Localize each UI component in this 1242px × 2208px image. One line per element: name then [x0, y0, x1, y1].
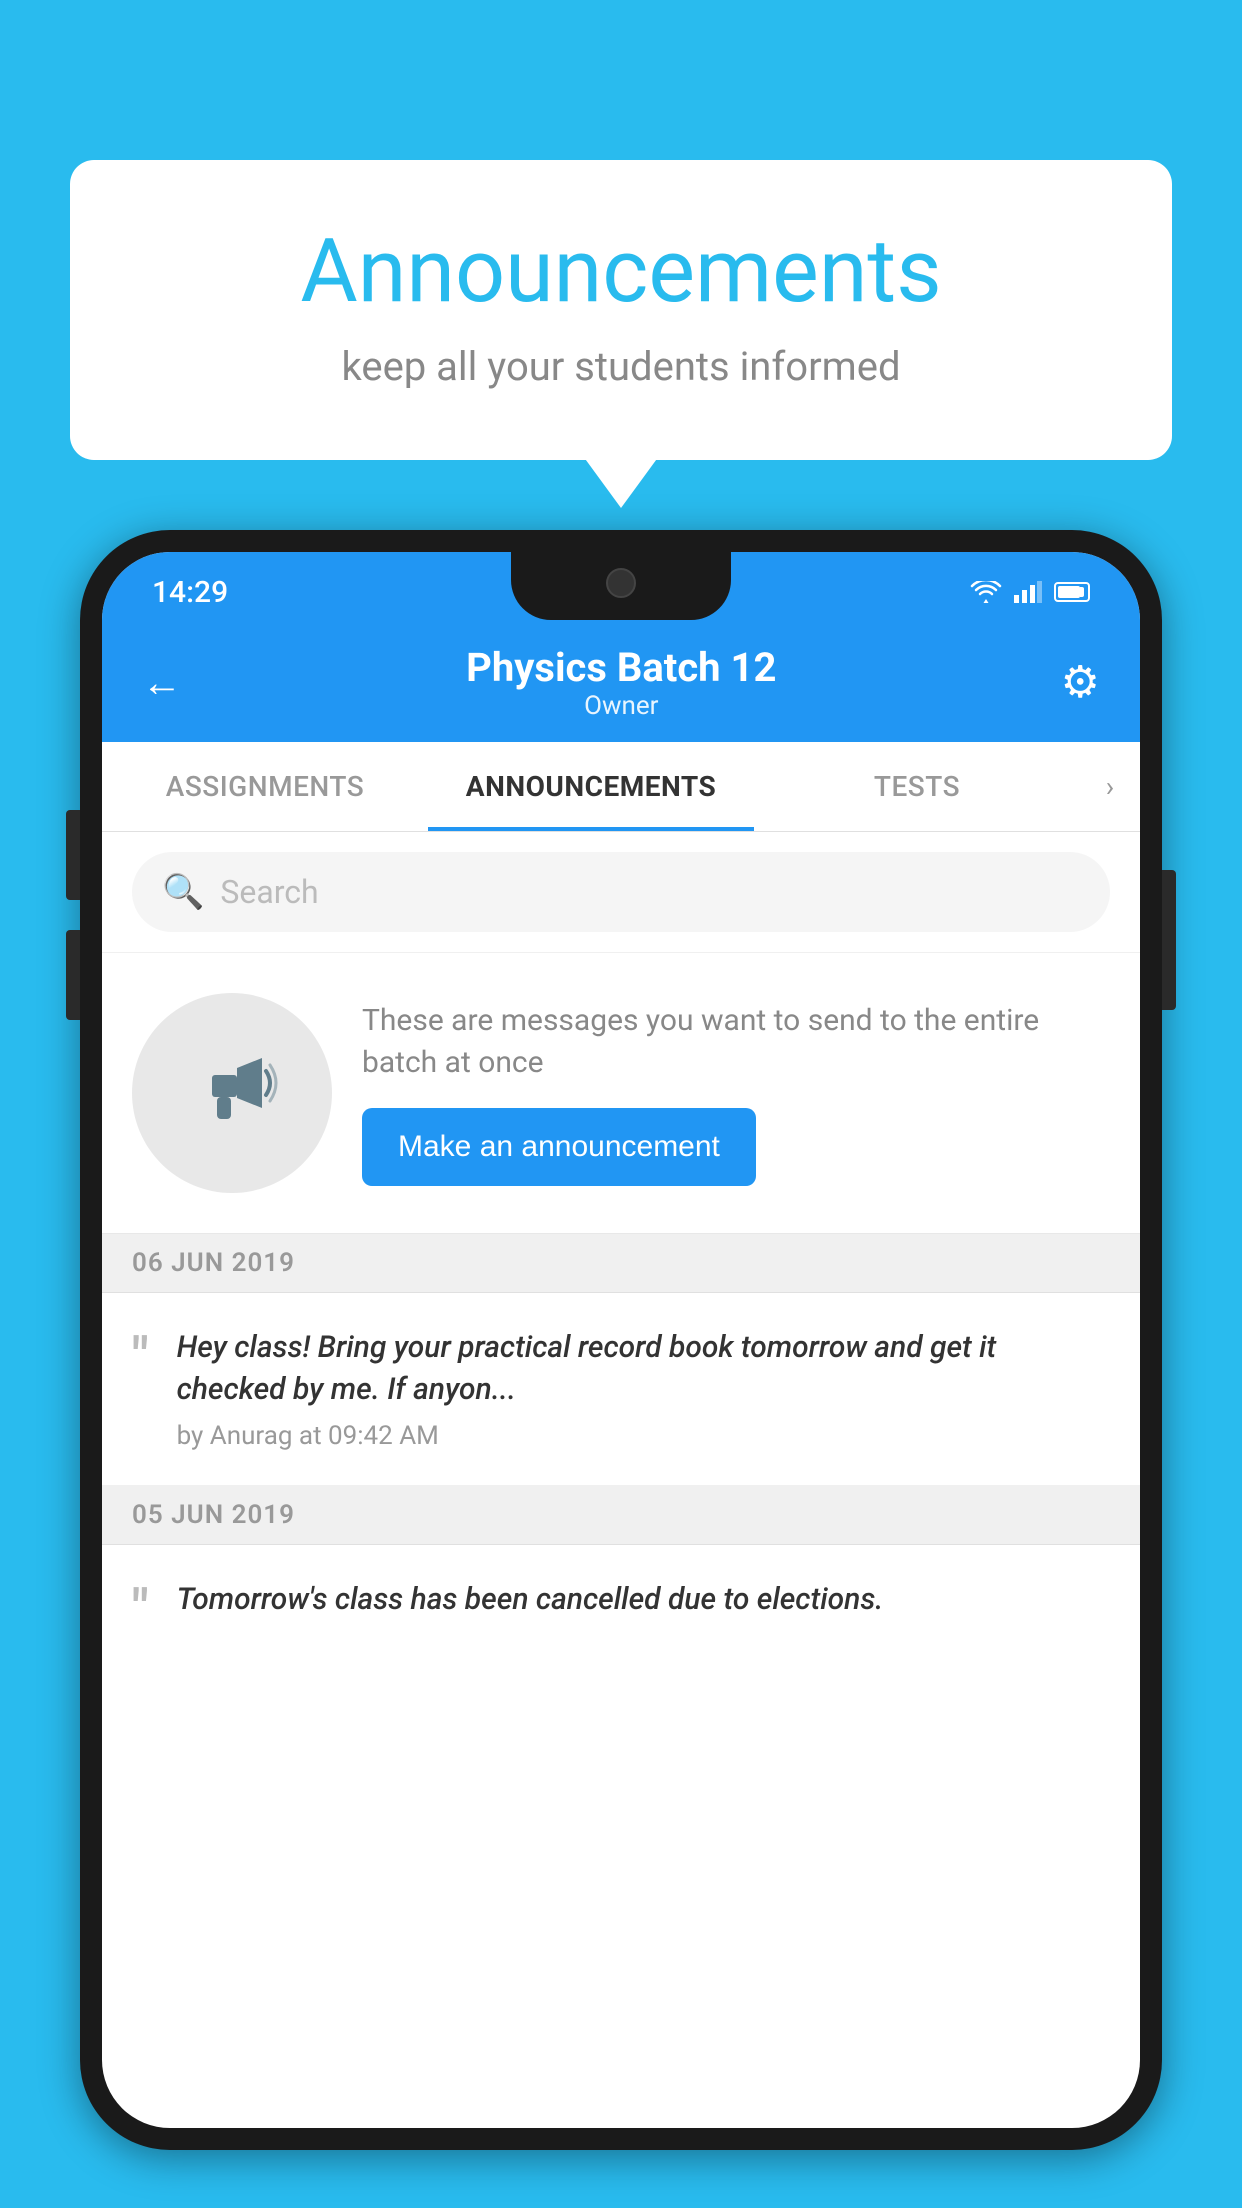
announcement-text-2: Tomorrow's class has been cancelled due …	[177, 1579, 1110, 1621]
phone-button-volume-down	[66, 930, 80, 1020]
date-separator-1: 06 JUN 2019	[102, 1234, 1140, 1293]
announcement-meta-1: by Anurag at 09:42 AM	[177, 1421, 1110, 1451]
announcement-item-1[interactable]: " Hey class! Bring your practical record…	[102, 1293, 1140, 1486]
app-header: ← Physics Batch 12 Owner ⚙	[102, 622, 1140, 742]
phone-button-power	[1162, 870, 1176, 1010]
back-button[interactable]: ←	[142, 659, 182, 706]
megaphone-icon	[182, 1043, 282, 1143]
status-time: 14:29	[152, 575, 228, 610]
phone-screen: 14:29	[102, 552, 1140, 2128]
bubble-subtitle: keep all your students informed	[150, 343, 1092, 390]
phone-button-volume-up	[66, 810, 80, 900]
promo-content: These are messages you want to send to t…	[362, 1000, 1110, 1186]
promo-description: These are messages you want to send to t…	[362, 1000, 1110, 1084]
date-separator-2: 05 JUN 2019	[102, 1486, 1140, 1545]
search-bar[interactable]: 🔍 Search	[132, 852, 1110, 932]
signal-icon	[1014, 581, 1042, 603]
wifi-icon	[970, 581, 1002, 603]
tab-more[interactable]: ›	[1080, 742, 1140, 831]
battery-icon	[1054, 582, 1090, 602]
header-center: Physics Batch 12 Owner	[466, 644, 776, 721]
tab-tests[interactable]: TESTS	[754, 742, 1080, 831]
quote-icon-2: "	[132, 1583, 149, 1635]
announcement-item-2[interactable]: " Tomorrow's class has been cancelled du…	[102, 1545, 1140, 1669]
make-announcement-button[interactable]: Make an announcement	[362, 1108, 756, 1186]
speech-bubble: Announcements keep all your students inf…	[70, 160, 1172, 460]
search-input[interactable]: Search	[220, 873, 318, 911]
status-icons	[970, 581, 1090, 603]
search-container: 🔍 Search	[102, 832, 1140, 953]
phone-notch	[511, 552, 731, 620]
phone-camera	[606, 568, 636, 598]
search-icon: 🔍	[162, 872, 204, 912]
phone-outer: 14:29	[80, 530, 1162, 2150]
header-subtitle: Owner	[466, 691, 776, 721]
tabs-bar: ASSIGNMENTS ANNOUNCEMENTS TESTS ›	[102, 742, 1140, 832]
speech-bubble-section: Announcements keep all your students inf…	[70, 160, 1172, 460]
announcement-content-1: Hey class! Bring your practical record b…	[177, 1327, 1110, 1451]
header-title: Physics Batch 12	[466, 644, 776, 691]
announcement-text-1: Hey class! Bring your practical record b…	[177, 1327, 1110, 1411]
phone-mockup: 14:29	[80, 530, 1162, 2208]
promo-section: These are messages you want to send to t…	[102, 953, 1140, 1234]
bubble-title: Announcements	[150, 220, 1092, 323]
quote-icon-1: "	[132, 1331, 149, 1383]
promo-icon-circle	[132, 993, 332, 1193]
tab-announcements[interactable]: ANNOUNCEMENTS	[428, 742, 754, 831]
tab-assignments[interactable]: ASSIGNMENTS	[102, 742, 428, 831]
announcement-content-2: Tomorrow's class has been cancelled due …	[177, 1579, 1110, 1631]
settings-icon[interactable]: ⚙	[1061, 656, 1100, 708]
